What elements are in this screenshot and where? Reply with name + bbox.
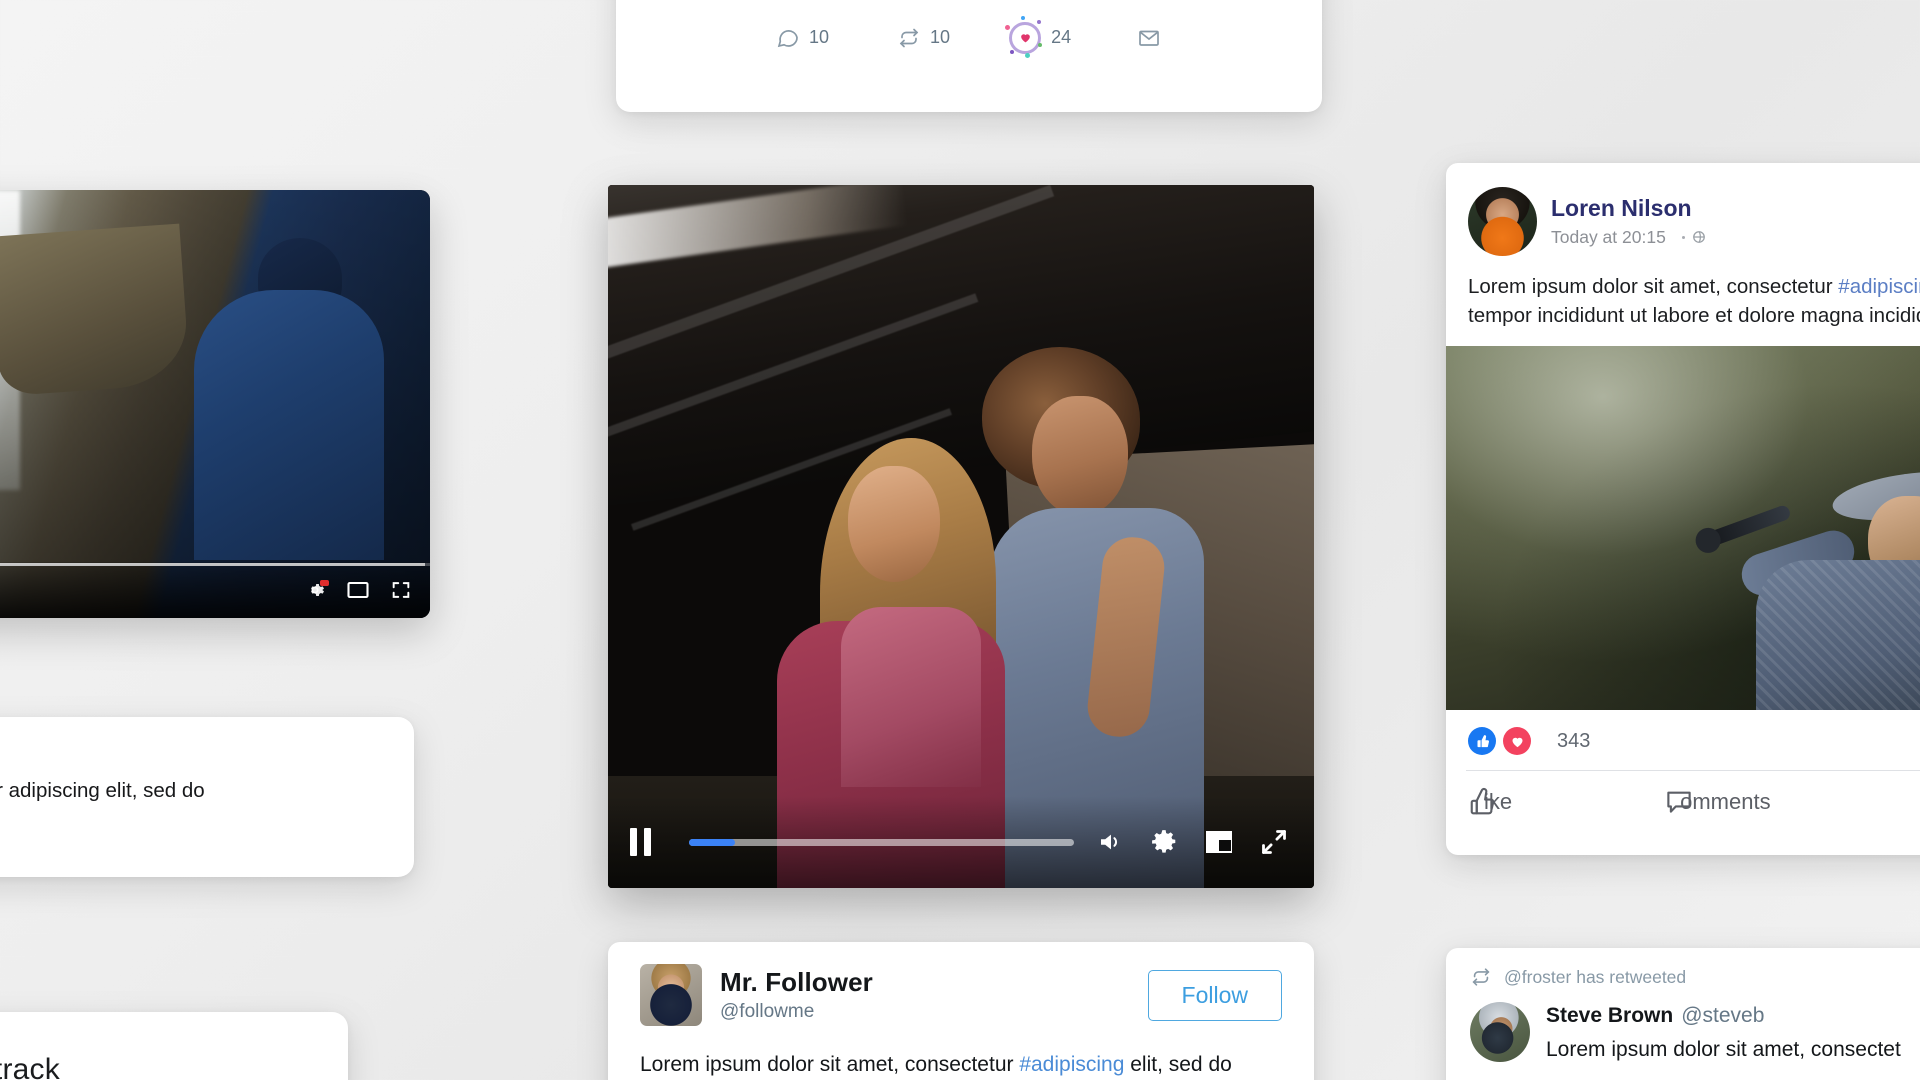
retweet-icon xyxy=(1470,966,1492,988)
gear-icon[interactable] xyxy=(304,579,329,601)
post-card-left-text[interactable]: urs ago amet, consectetur adipiscing eli… xyxy=(0,717,414,877)
fb-action-bar: ike omments xyxy=(1446,771,1920,833)
settings-badge xyxy=(320,580,329,586)
meta-separator-dot xyxy=(1681,235,1685,239)
retweet-author-handle[interactable]: @steveb xyxy=(1681,1004,1764,1027)
fb-comments-label: omments xyxy=(1680,789,1771,815)
tweet-card-retweet[interactable]: @froster has retweeted Steve Brown @steve… xyxy=(1446,948,1920,1080)
video-progress-fill xyxy=(689,838,736,846)
post-body: amet, consectetur adipiscing elit, sed d… xyxy=(0,777,384,861)
heart-icon xyxy=(1005,15,1043,58)
tweet-hashtag[interactable]: #adipiscing xyxy=(1019,1053,1124,1076)
microphone xyxy=(1706,503,1792,548)
tweet-header: Mr. Follower @followme Follow xyxy=(640,964,1282,1026)
video-player-left[interactable] xyxy=(0,190,430,618)
tweet-card-follower[interactable]: Mr. Follower @followme Follow Lorem ipsu… xyxy=(608,942,1314,1080)
fb-post-header: Loren Nilson Today at 20:15 xyxy=(1446,163,1920,270)
retweet-notice-text: @froster has retweeted xyxy=(1504,966,1687,987)
post-timestamp: urs ago xyxy=(0,739,384,763)
follow-button[interactable]: Follow xyxy=(1147,969,1282,1021)
fb-post-image[interactable] xyxy=(1446,346,1920,711)
tweet-action-bar: 10 10 24 xyxy=(654,15,1284,58)
retweet-content: Steve Brown @steveb Lorem ipsum dolor sit… xyxy=(1470,1002,1920,1062)
reply-action[interactable]: 10 xyxy=(776,26,829,50)
post-body-line-1: amet, consectetur adipiscing elit, sed d… xyxy=(0,779,205,802)
video-controls-left xyxy=(0,562,430,618)
fb-post-text: Lorem ipsum dolor sit amet, consectetur … xyxy=(1446,270,1920,346)
video-controls-main xyxy=(608,796,1314,888)
video-progress-bar-main[interactable] xyxy=(689,838,1074,846)
retweet-count: 10 xyxy=(930,27,951,48)
avatar[interactable] xyxy=(640,964,702,1026)
gear-icon[interactable] xyxy=(1150,828,1178,856)
envelope-icon xyxy=(1137,26,1161,50)
reply-count: 10 xyxy=(809,27,830,48)
tweet-author-name[interactable]: Mr. Follower xyxy=(720,967,873,998)
avatar[interactable] xyxy=(1468,187,1537,256)
post-body-line-3: a. xyxy=(0,833,384,861)
like-action[interactable]: 24 xyxy=(1005,15,1072,58)
retweet-body-text: Lorem ipsum dolor sit amet, consectet xyxy=(1546,1038,1901,1061)
post-body-text: can use my track xyxy=(0,1053,60,1080)
facebook-post-card[interactable]: Loren Nilson Today at 20:15 Lorem ipsum … xyxy=(1446,163,1920,855)
fullscreen-icon[interactable] xyxy=(390,579,412,601)
pause-icon[interactable] xyxy=(630,828,651,856)
picture-in-picture-icon[interactable] xyxy=(1204,828,1234,856)
tweet-body-part1: Lorem ipsum dolor sit amet, consectetur xyxy=(640,1053,1020,1076)
video-player-main[interactable] xyxy=(608,185,1314,888)
waterfall-video-frame xyxy=(0,190,430,618)
volume-icon[interactable] xyxy=(1098,830,1124,854)
fb-post-meta: Today at 20:15 xyxy=(1551,227,1706,248)
comment-icon xyxy=(776,26,800,50)
video-frame-main xyxy=(608,185,1314,888)
fb-text-part2: tempor incididunt ut labore et dolore ma… xyxy=(1468,304,1920,328)
fb-like-button[interactable]: ike xyxy=(1468,787,1512,817)
fb-author-name[interactable]: Loren Nilson xyxy=(1551,195,1706,223)
fb-comments-button[interactable]: omments xyxy=(1664,787,1771,817)
picture-in-picture-icon[interactable] xyxy=(346,580,370,600)
retweet-icon xyxy=(897,26,921,50)
retweet-author-line: Steve Brown @steveb xyxy=(1546,1004,1901,1028)
retweet-action[interactable]: 10 xyxy=(897,26,950,50)
post-card-left-bottom[interactable]: can use my track xyxy=(0,1012,348,1080)
fb-like-label: ike xyxy=(1484,789,1513,815)
fb-text-part1: Lorem ipsum dolor sit amet, consectetur xyxy=(1468,275,1839,298)
fb-reaction-summary[interactable]: 343 xyxy=(1446,710,1920,770)
avatar[interactable] xyxy=(1470,1002,1530,1062)
expand-arrows-icon[interactable] xyxy=(1260,828,1288,856)
globe-icon[interactable] xyxy=(1692,230,1706,244)
tweet-body-text: Lorem ipsum dolor sit amet, consectetur … xyxy=(640,1050,1282,1079)
retweet-notice: @froster has retweeted xyxy=(1470,966,1920,988)
heart-icon xyxy=(1503,727,1531,756)
retweet-author-name[interactable]: Steve Brown xyxy=(1546,1004,1673,1027)
fb-timestamp: Today at 20:15 xyxy=(1551,226,1666,247)
tweet-author-handle[interactable]: @followme xyxy=(720,1001,873,1023)
tweet-card-top[interactable]: dolore magna incididunt aliqua. 10 10 xyxy=(616,0,1322,112)
thumbs-up-icon xyxy=(1468,727,1496,756)
share-action[interactable] xyxy=(1137,26,1161,50)
tweet-body-part2: elit, sed do xyxy=(1124,1053,1232,1076)
fb-reaction-count: 343 xyxy=(1557,729,1591,752)
fb-hashtag[interactable]: #adipiscing xyxy=(1838,275,1920,298)
like-count: 24 xyxy=(1051,27,1072,48)
post-body-line-2: ididunt ut labore xyxy=(0,805,384,833)
